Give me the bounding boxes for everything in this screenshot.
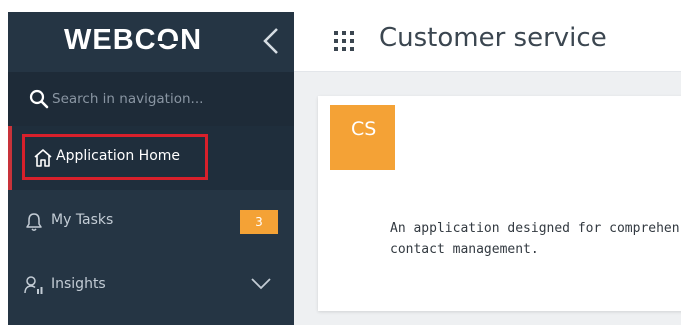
sidebar-item-label: Application Home xyxy=(56,148,181,164)
chevron-left-icon[interactable] xyxy=(259,26,285,56)
logo-text-start: WEBC xyxy=(64,24,157,56)
logo-bar: WEBCON xyxy=(8,12,294,72)
sidebar-item-label: Insights xyxy=(51,276,106,292)
navigation-search xyxy=(8,72,294,126)
webcon-logo[interactable]: WEBCON xyxy=(64,24,202,57)
app-grid-icon[interactable] xyxy=(332,29,356,53)
logo-text-o: O xyxy=(154,24,182,56)
navigation-sidebar: WEBCON Application Home My Tasks 3 xyxy=(8,12,294,325)
task-count-badge: 3 xyxy=(240,210,278,234)
sidebar-item-label: My Tasks xyxy=(51,212,114,228)
app-tile: CS xyxy=(330,105,395,170)
app-header: Customer service xyxy=(294,12,681,72)
app-description-line-1: An application designed for comprehen xyxy=(390,221,680,236)
chevron-down-icon[interactable] xyxy=(250,276,272,292)
search-input[interactable] xyxy=(52,85,282,113)
bell-icon xyxy=(26,213,42,231)
home-icon xyxy=(34,149,52,167)
sidebar-item-my-tasks[interactable]: My Tasks 3 xyxy=(8,190,294,254)
main-content: CS An application designed for comprehen… xyxy=(294,72,681,325)
application-card[interactable]: CS An application designed for comprehen… xyxy=(318,96,681,311)
sidebar-item-application-home[interactable]: Application Home xyxy=(8,126,294,190)
app-description-line-2: contact management. xyxy=(390,242,539,257)
page-title: Customer service xyxy=(379,23,607,53)
sidebar-item-insights[interactable]: Insights xyxy=(8,254,294,318)
user-chart-icon xyxy=(24,276,43,294)
search-icon xyxy=(29,89,49,109)
app-description: An application designed for comprehen co… xyxy=(390,218,681,260)
logo-text-end: N xyxy=(180,24,203,56)
